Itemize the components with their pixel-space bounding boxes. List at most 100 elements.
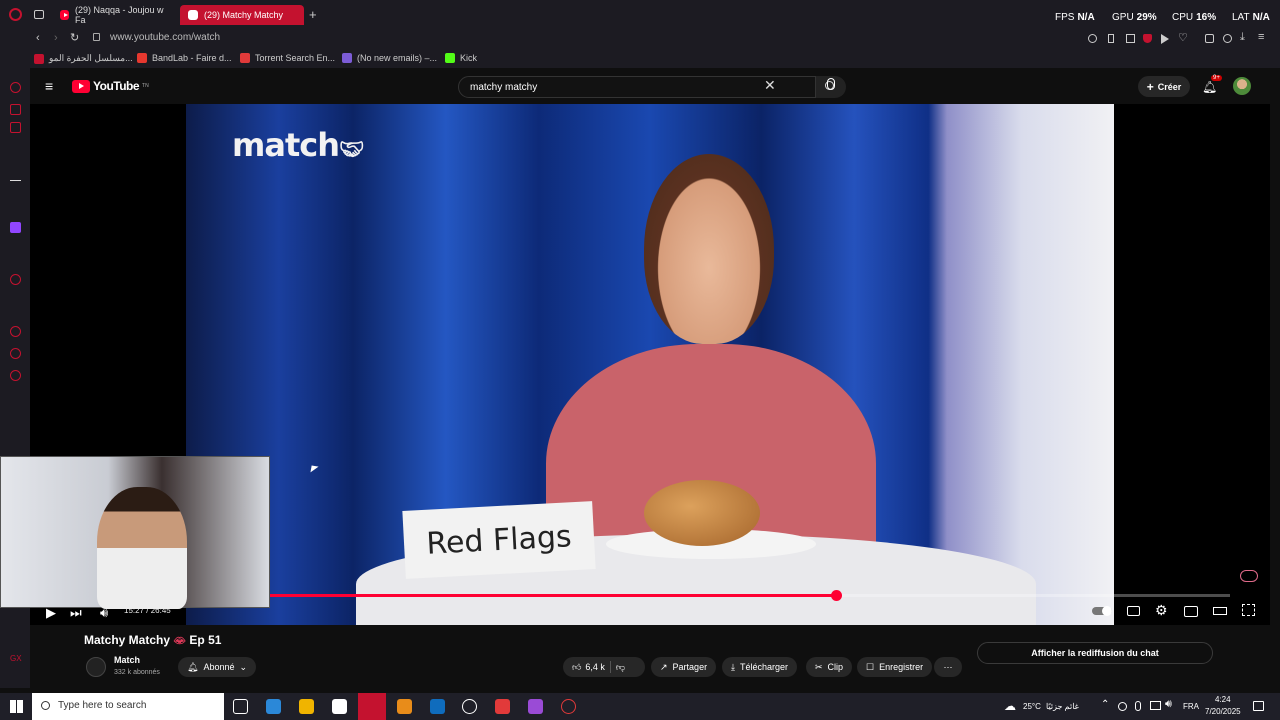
player-icon[interactable] bbox=[10, 274, 21, 285]
youtube-header: ≡ YouTube TN matchy matchy ✕ + Créer 🔔︎ … bbox=[30, 68, 1280, 104]
bookmark-item[interactable]: BandLab - Faire d... bbox=[137, 53, 232, 63]
twitch-icon[interactable] bbox=[10, 222, 21, 233]
back-icon[interactable]: ‹ bbox=[36, 32, 40, 44]
divider bbox=[609, 661, 611, 673]
discord-icon[interactable] bbox=[528, 699, 543, 714]
windows-start-icon[interactable] bbox=[10, 700, 23, 713]
forward-icon[interactable]: › bbox=[54, 32, 58, 44]
bookmark-label: مسلسل الحفرة المو... bbox=[49, 53, 133, 63]
settings-icon[interactable] bbox=[10, 370, 21, 381]
create-button[interactable]: + Créer bbox=[1138, 76, 1190, 97]
pin-icon[interactable] bbox=[1108, 34, 1114, 43]
bookmark-item[interactable]: (No new emails) –... bbox=[342, 53, 437, 63]
country-code: TN bbox=[142, 83, 149, 89]
new-tab-icon[interactable]: + bbox=[309, 7, 317, 22]
clip-button[interactable]: ✂ Clip bbox=[806, 657, 853, 677]
autoplay-toggle[interactable] bbox=[1092, 606, 1112, 616]
tab-matchy-matchy[interactable]: (29) Matchy Matchy bbox=[180, 5, 304, 25]
voice-search-icon[interactable] bbox=[827, 78, 835, 90]
outlook-icon[interactable] bbox=[430, 699, 445, 714]
app-icon-red[interactable] bbox=[495, 699, 510, 714]
share-label: Partager bbox=[672, 662, 708, 672]
progress-fill bbox=[270, 594, 837, 597]
pastry bbox=[644, 480, 760, 546]
aria-icon[interactable] bbox=[10, 170, 21, 181]
reload-icon[interactable]: ↻ bbox=[70, 31, 79, 44]
extensions-sidebar-icon[interactable] bbox=[10, 348, 21, 359]
channel-avatar[interactable] bbox=[86, 657, 106, 677]
network-icon[interactable] bbox=[1150, 701, 1161, 710]
zoom-icon[interactable] bbox=[1088, 34, 1097, 43]
shield-icon[interactable] bbox=[1143, 34, 1152, 43]
fullscreen-icon[interactable] bbox=[1242, 604, 1255, 616]
app-icon-orange[interactable] bbox=[397, 699, 412, 714]
red-flags-sign: Red Flags bbox=[402, 501, 596, 579]
lat-value: N/A bbox=[1252, 12, 1270, 23]
download-label: Télécharger bbox=[739, 662, 789, 672]
bookmark-item[interactable]: مسلسل الحفرة المو... bbox=[34, 53, 133, 64]
store-icon[interactable] bbox=[332, 699, 347, 714]
tray-app-icon[interactable] bbox=[1118, 702, 1127, 711]
channel-name[interactable]: Match bbox=[114, 655, 140, 665]
youtube-play-icon bbox=[72, 79, 90, 93]
more-actions-button[interactable]: ⋯ bbox=[934, 657, 962, 677]
language-indicator[interactable]: FRA bbox=[1183, 702, 1199, 711]
hamburger-menu-icon[interactable]: ≡ bbox=[45, 78, 53, 94]
app-icon-circle[interactable] bbox=[561, 699, 576, 714]
subtitles-icon[interactable] bbox=[1127, 606, 1140, 616]
account-icon[interactable] bbox=[1223, 34, 1232, 43]
play-extension-icon[interactable] bbox=[1161, 34, 1169, 44]
microphone-icon[interactable] bbox=[1135, 701, 1141, 711]
bookmark-item[interactable]: Kick bbox=[445, 53, 477, 63]
extensions-icon[interactable] bbox=[1205, 34, 1214, 43]
task-view-icon[interactable] bbox=[233, 699, 248, 714]
chevron-up-icon[interactable]: ⌃ bbox=[1101, 699, 1109, 710]
notification-center-icon[interactable] bbox=[1253, 701, 1264, 711]
settings-gear-icon[interactable]: ⚙︎ bbox=[1155, 602, 1168, 619]
tab-overview-icon[interactable] bbox=[34, 10, 44, 19]
avatar[interactable] bbox=[1233, 77, 1251, 95]
edge-icon[interactable] bbox=[266, 699, 281, 714]
url-field[interactable]: www.youtube.com/watch bbox=[110, 32, 220, 43]
theater-mode-icon[interactable] bbox=[1213, 607, 1227, 615]
messenger-icon[interactable] bbox=[10, 82, 21, 93]
heart-icon[interactable]: ♡ bbox=[1178, 31, 1188, 44]
clock-date[interactable]: 7/20/2025 bbox=[1205, 707, 1241, 716]
bookmark-item[interactable]: Torrent Search En... bbox=[240, 53, 335, 63]
clip-label: Clip bbox=[827, 662, 844, 672]
mail-icon[interactable] bbox=[10, 122, 21, 133]
bell-icon: 🔔︎ bbox=[1202, 80, 1218, 94]
snapshot-icon[interactable] bbox=[1126, 34, 1135, 43]
like-button[interactable]: 👍︎ 6,4 k bbox=[572, 662, 605, 673]
miniplayer-icon[interactable] bbox=[1184, 606, 1198, 617]
notifications-button[interactable]: 🔔︎ 9+ bbox=[1202, 75, 1222, 96]
chat-replay-button[interactable]: Afficher la rediffusion du chat bbox=[977, 642, 1213, 664]
save-button[interactable]: ☐ Enregistrer bbox=[857, 657, 933, 677]
address-bar: ‹ › ↻ www.youtube.com/watch ♡ ⤓ ≡ bbox=[0, 30, 1280, 50]
volume-tray-icon[interactable]: 🔊︎ bbox=[1165, 698, 1172, 711]
app-icon-g[interactable] bbox=[462, 699, 477, 714]
progress-bar[interactable] bbox=[270, 590, 1230, 601]
youtube-logo[interactable]: YouTube TN bbox=[72, 79, 149, 93]
clock-time[interactable]: 4:24 bbox=[1215, 695, 1231, 704]
opera-gx-taskbar-icon[interactable] bbox=[358, 693, 386, 720]
search-icon bbox=[41, 701, 50, 710]
subscribed-button[interactable]: 🔔︎ Abonné ⌄ bbox=[178, 657, 257, 677]
music-icon[interactable] bbox=[10, 104, 21, 115]
windows-taskbar: Type here to search ☁ 25°C غائم جزئيًا ⌃… bbox=[0, 693, 1280, 720]
gx-icon[interactable]: GX bbox=[10, 654, 22, 663]
download-icon[interactable]: ⤓ bbox=[1240, 31, 1245, 44]
clear-search-icon[interactable]: ✕ bbox=[764, 77, 776, 94]
opera-menu-icon[interactable] bbox=[9, 8, 22, 21]
handshake-icon: 🤝︎ bbox=[338, 137, 364, 161]
taskbar-search-input[interactable]: Type here to search bbox=[32, 693, 224, 720]
thumbs-down-icon[interactable]: 👎︎ bbox=[616, 662, 625, 673]
search-input[interactable]: matchy matchy bbox=[458, 76, 816, 98]
lat-stat: LAT N/A bbox=[1232, 12, 1270, 23]
file-explorer-icon[interactable] bbox=[299, 699, 314, 714]
easy-setup-icon[interactable]: ≡ bbox=[1258, 31, 1264, 43]
download-button[interactable]: ⤓ Télécharger bbox=[722, 657, 798, 677]
history-icon[interactable] bbox=[10, 326, 21, 337]
tab-naqqa[interactable]: (29) Naqqa - Joujou w Fa bbox=[52, 5, 174, 25]
share-button[interactable]: ↗ Partager bbox=[651, 657, 717, 677]
